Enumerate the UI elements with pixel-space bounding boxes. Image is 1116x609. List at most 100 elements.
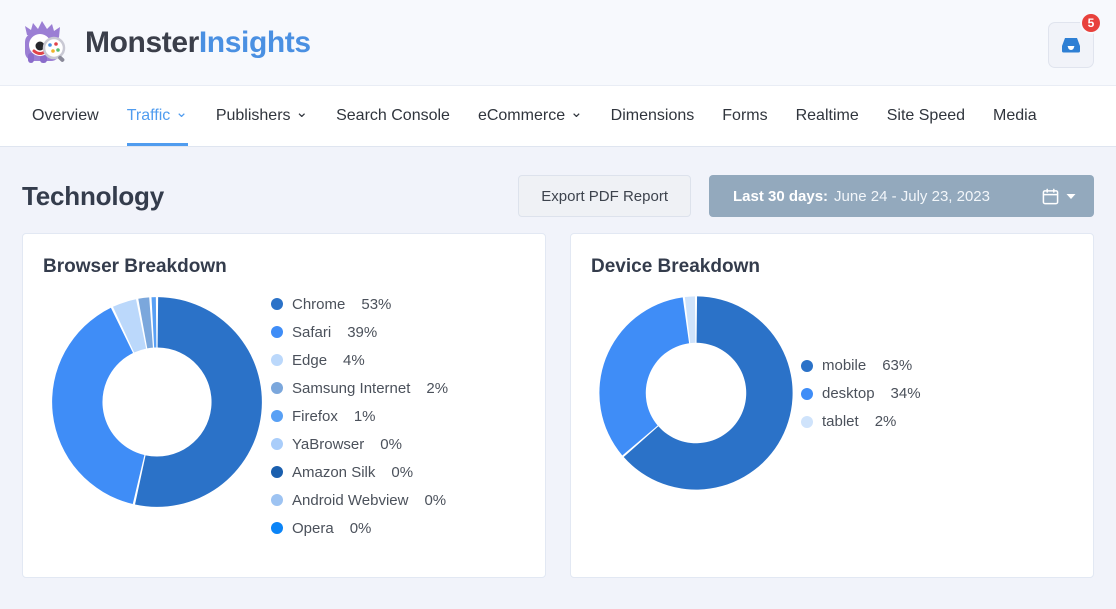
chevron-down-icon: ⌄ (175, 105, 188, 120)
device-legend: mobile 63% desktop 34% tablet2% (801, 352, 921, 436)
legend-item[interactable]: Android Webview 0% (271, 486, 448, 514)
nav-item-media[interactable]: Media (979, 86, 1051, 146)
nav-item-label: eCommerce (478, 107, 565, 125)
notification-badge[interactable]: 5 (1080, 12, 1102, 34)
legend-value: 63% (882, 357, 912, 374)
legend-item[interactable]: Samsung Internet 2% (271, 374, 448, 402)
chevron-down-icon: ⌄ (296, 105, 309, 120)
nav-item-label: Traffic (127, 107, 171, 125)
legend-color-dot (271, 326, 283, 338)
legend-value: 53% (361, 296, 391, 313)
legend-value: 0% (424, 492, 446, 509)
nav-item-label: Search Console (336, 107, 450, 125)
legend-label: Chrome (292, 296, 345, 313)
legend-label: desktop (822, 385, 875, 402)
legend-color-dot (271, 298, 283, 310)
nav-item-forms[interactable]: Forms (708, 86, 781, 146)
date-range-picker-button[interactable]: Last 30 days: June 24 - July 23, 2023 (709, 175, 1094, 217)
legend-label: Edge (292, 352, 327, 369)
legend-color-dot (271, 438, 283, 450)
brand-logo[interactable]: MonsterInsights (16, 15, 311, 71)
page-title: Technology (22, 181, 164, 212)
legend-value: 39% (347, 324, 377, 341)
legend-item[interactable]: YaBrowser 0% (271, 430, 448, 458)
legend-item[interactable]: Safari 39% (271, 318, 448, 346)
page-header: Technology Export PDF Report Last 30 day… (0, 147, 1116, 217)
date-range-prefix: Last 30 days: (733, 188, 828, 205)
brand-title-first: Monster (85, 26, 199, 59)
legend-value: 0% (380, 436, 402, 453)
legend-color-dot (801, 388, 813, 400)
device-donut-chart (591, 284, 801, 503)
nav-item-ecommerce[interactable]: eCommerce ⌄ (464, 86, 597, 146)
legend-label: Safari (292, 324, 331, 341)
top-bar: MonsterInsights 5 (0, 0, 1116, 85)
nav-item-traffic[interactable]: Traffic ⌄ (113, 86, 202, 146)
brand-title-second: Insights (199, 26, 311, 59)
brand-title: MonsterInsights (85, 26, 311, 60)
nav-item-label: Overview (32, 107, 99, 125)
chevron-down-icon (1066, 193, 1076, 200)
legend-item[interactable]: desktop 34% (801, 380, 921, 408)
date-range-label: Last 30 days: June 24 - July 23, 2023 (733, 188, 990, 205)
legend-label: Firefox (292, 408, 338, 425)
legend-item[interactable]: Firefox 1% (271, 402, 448, 430)
legend-label: mobile (822, 357, 866, 374)
inbox-tray-icon (1059, 33, 1083, 57)
legend-item[interactable]: mobile 63% (801, 352, 921, 380)
legend-item[interactable]: tablet2% (801, 408, 921, 436)
nav-item-dimensions[interactable]: Dimensions (597, 86, 709, 146)
legend-label: Android Webview (292, 492, 408, 509)
legend-item[interactable]: Amazon Silk0% (271, 458, 448, 486)
nav-item-overview[interactable]: Overview (18, 86, 113, 146)
legend-label: YaBrowser (292, 436, 364, 453)
nav-item-site-speed[interactable]: Site Speed (873, 86, 979, 146)
legend-color-dot (271, 410, 283, 422)
browser-donut-svg (43, 288, 271, 516)
device-breakdown-title: Device Breakdown (591, 256, 1073, 278)
chevron-down-icon: ⌄ (570, 105, 583, 120)
nav-item-label: Media (993, 107, 1037, 125)
nav-item-label: Dimensions (611, 107, 695, 125)
browser-breakdown-title: Browser Breakdown (43, 256, 525, 278)
device-breakdown-card: Device Breakdown mobile 63% desktop 34% tabl… (570, 233, 1094, 578)
browser-donut-chart (43, 284, 271, 521)
legend-color-dot (801, 416, 813, 428)
legend-item[interactable]: Opera 0% (271, 514, 448, 542)
date-range-value: June 24 - July 23, 2023 (834, 188, 990, 205)
nav-item-label: Forms (722, 107, 767, 125)
browser-legend: Chrome 53% Safari 39% Edge 4% Samsung Internet… (271, 284, 448, 542)
calendar-icon (1042, 188, 1059, 205)
legend-value: 2% (426, 380, 448, 397)
export-pdf-report-button[interactable]: Export PDF Report (518, 175, 691, 217)
pie-slice-desktop[interactable] (599, 297, 689, 455)
legend-label: Opera (292, 520, 334, 537)
legend-label: Samsung Internet (292, 380, 410, 397)
legend-value: 4% (343, 352, 365, 369)
device-donut-svg (591, 288, 801, 498)
legend-color-dot (271, 382, 283, 394)
nav-item-publishers[interactable]: Publishers ⌄ (202, 86, 322, 146)
nav-item-label: Realtime (796, 107, 859, 125)
monster-magnifier-logo-icon (16, 15, 72, 71)
notifications: 5 (1048, 18, 1094, 68)
nav-item-label: Site Speed (887, 107, 965, 125)
legend-value: 1% (354, 408, 376, 425)
legend-item[interactable]: Chrome 53% (271, 290, 448, 318)
legend-color-dot (801, 360, 813, 372)
nav-item-search-console[interactable]: Search Console (322, 86, 464, 146)
browser-breakdown-card: Browser Breakdown Chrome 53% Safari 39% Edge… (22, 233, 546, 578)
legend-value: 34% (891, 385, 921, 402)
breakdown-cards: Browser Breakdown Chrome 53% Safari 39% Edge… (0, 217, 1116, 578)
nav-item-realtime[interactable]: Realtime (782, 86, 873, 146)
nav-item-label: Publishers (216, 107, 291, 125)
legend-color-dot (271, 522, 283, 534)
legend-value: 0% (391, 464, 413, 481)
main-navigation: Overview Traffic ⌄ Publishers ⌄ Search Consol… (0, 85, 1116, 147)
date-range-controls (1042, 188, 1076, 205)
browser-breakdown-body: Chrome 53% Safari 39% Edge 4% Samsung Internet… (43, 284, 525, 542)
legend-color-dot (271, 466, 283, 478)
legend-value: 0% (350, 520, 372, 537)
legend-item[interactable]: Edge 4% (271, 346, 448, 374)
device-breakdown-body: mobile 63% desktop 34% tablet2% (591, 284, 1073, 503)
